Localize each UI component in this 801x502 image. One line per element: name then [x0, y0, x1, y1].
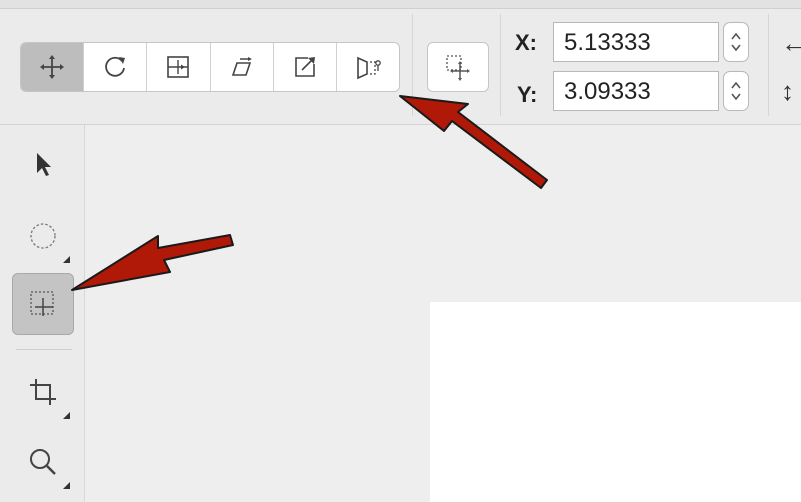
document-canvas[interactable] — [430, 302, 801, 502]
scale-mode-button[interactable] — [273, 43, 337, 91]
flip-mode-button[interactable] — [336, 43, 399, 91]
annotation-arrow-icon — [71, 234, 234, 291]
y-label: Y: — [517, 82, 538, 107]
rotate-mode-button[interactable] — [84, 43, 148, 91]
tools-sidebar — [0, 125, 85, 502]
skew-mode-button[interactable] — [210, 43, 274, 91]
flip-icon — [357, 56, 381, 80]
submenu-indicator — [63, 256, 70, 263]
transform-mode-segmented-control — [20, 42, 400, 92]
arrow-pointer-icon — [37, 153, 51, 176]
stepper-arrows-icon — [731, 81, 741, 101]
ellipse-select-icon — [30, 223, 56, 249]
zoom-icon — [30, 449, 56, 475]
crop-icon — [30, 379, 56, 405]
move-mode-button[interactable] — [21, 43, 85, 91]
x-position-field[interactable]: 5.13333 — [553, 22, 719, 62]
skew-icon — [231, 57, 252, 76]
selection-move-button[interactable] — [427, 42, 489, 92]
submenu-indicator — [63, 412, 70, 419]
y-position-field[interactable]: 3.09333 — [553, 71, 719, 111]
toolbar-divider — [500, 14, 501, 116]
top-toolbar: X: 5.13333 Y: 3.09333 ← ↕ — [0, 0, 801, 125]
submenu-indicator — [63, 482, 70, 489]
sidebar-divider — [16, 349, 72, 350]
rotate-icon — [105, 56, 126, 77]
selection-move-icon — [446, 55, 470, 81]
marquee-move-tool[interactable] — [12, 273, 74, 335]
resize-mode-button[interactable] — [147, 43, 211, 91]
title-strip — [0, 0, 801, 9]
ellipse-select-tool[interactable] — [12, 205, 74, 267]
crop-tool[interactable] — [12, 361, 74, 423]
pointer-tool[interactable] — [12, 133, 74, 195]
toolbar-divider — [412, 14, 413, 116]
y-stepper[interactable] — [723, 71, 749, 111]
x-label: X: — [515, 30, 537, 55]
x-stepper[interactable] — [723, 22, 749, 62]
height-arrow-icon: ↕ — [781, 76, 794, 106]
scale-icon — [294, 57, 315, 77]
move-icon — [40, 55, 65, 79]
toolbar-divider — [768, 14, 769, 116]
resize-icon — [167, 56, 190, 78]
width-arrow-icon: ← — [781, 28, 801, 58]
zoom-tool[interactable] — [12, 431, 74, 493]
stepper-arrows-icon — [731, 32, 741, 52]
marquee-move-icon — [30, 291, 54, 316]
